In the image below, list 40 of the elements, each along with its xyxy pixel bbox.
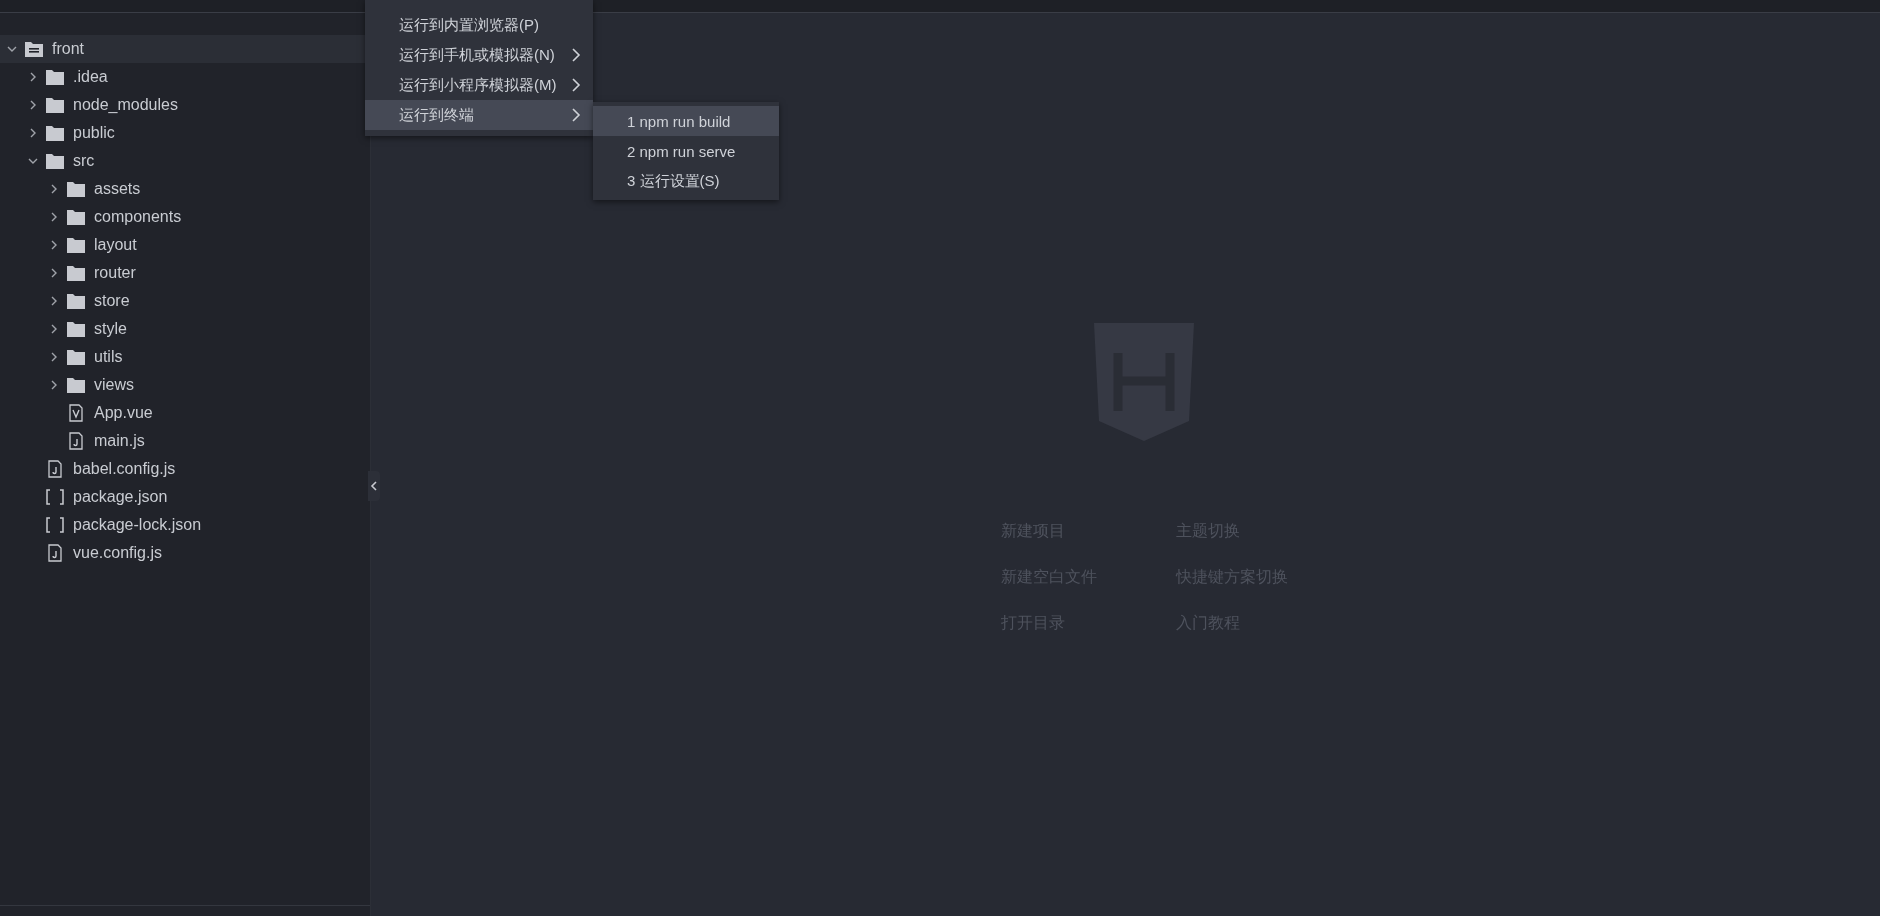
tree-item[interactable]: package-lock.json bbox=[0, 511, 370, 539]
js-file-icon bbox=[45, 544, 65, 562]
tree-item[interactable]: layout bbox=[0, 231, 370, 259]
tree-item[interactable]: main.js bbox=[0, 427, 370, 455]
collapse-handle[interactable] bbox=[368, 471, 380, 501]
folder-icon bbox=[66, 376, 86, 394]
folder-icon bbox=[66, 236, 86, 254]
tree-item[interactable]: style bbox=[0, 315, 370, 343]
folder-icon bbox=[66, 180, 86, 198]
tree-item[interactable]: views bbox=[0, 371, 370, 399]
folder-icon bbox=[45, 124, 65, 142]
brackets-icon bbox=[45, 488, 65, 506]
menu-item[interactable]: 2 npm run serve bbox=[593, 136, 779, 166]
menu-item[interactable]: 运行到终端 bbox=[365, 100, 593, 130]
tree-item[interactable]: App.vue bbox=[0, 399, 370, 427]
tree-item[interactable]: package.json bbox=[0, 483, 370, 511]
folder-icon bbox=[45, 96, 65, 114]
tree-item[interactable]: router bbox=[0, 259, 370, 287]
menu-item[interactable]: 1 npm run build bbox=[593, 106, 779, 136]
vue-file-icon bbox=[66, 404, 86, 422]
brackets-icon bbox=[45, 516, 65, 534]
folder-icon bbox=[66, 292, 86, 310]
menu-item[interactable]: 3 运行设置(S) bbox=[593, 166, 779, 196]
folder-icon bbox=[66, 208, 86, 226]
js-file-icon bbox=[45, 460, 65, 478]
folder-icon bbox=[45, 68, 65, 86]
chevron-left-icon bbox=[370, 481, 378, 491]
tree-item[interactable]: src bbox=[0, 147, 370, 175]
project-icon bbox=[24, 40, 44, 58]
folder-icon bbox=[66, 348, 86, 366]
tree-item[interactable]: vue.config.js bbox=[0, 539, 370, 567]
tree-item[interactable]: babel.config.js bbox=[0, 455, 370, 483]
tree-item[interactable]: components bbox=[0, 203, 370, 231]
tree-item[interactable]: assets bbox=[0, 175, 370, 203]
folder-icon bbox=[45, 152, 65, 170]
folder-icon bbox=[66, 320, 86, 338]
tree-item[interactable]: utils bbox=[0, 343, 370, 371]
js-file-icon bbox=[66, 432, 86, 450]
folder-icon bbox=[66, 264, 86, 282]
tree-item[interactable]: store bbox=[0, 287, 370, 315]
